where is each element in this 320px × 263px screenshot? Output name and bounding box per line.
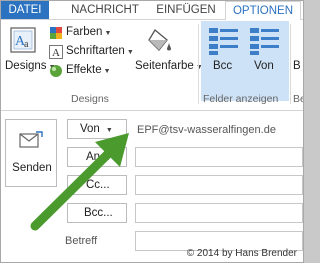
send-button[interactable]: Senden [5, 119, 57, 187]
tab-datei[interactable]: DATEI [1, 1, 49, 19]
subject-label: Betreff [65, 235, 98, 247]
designs-group-label: Designs [71, 93, 109, 105]
seitenfarbe-label: Seitenfarbe [135, 60, 194, 72]
svg-text:A: A [52, 47, 60, 59]
partial-group-label: Be [293, 93, 303, 105]
bcc-field[interactable] [135, 203, 303, 223]
effects-icon [50, 65, 62, 77]
to-button[interactable]: An... [67, 147, 127, 167]
tab-einfuegen[interactable]: EINFÜGEN [151, 1, 221, 19]
bcc-ribbon-label: Bcc [213, 60, 233, 72]
tab-nachricht[interactable]: NACHRICHT [63, 1, 147, 19]
to-field[interactable] [135, 147, 303, 167]
bcc-field-icon [209, 28, 238, 55]
effekte-label: Effekte [66, 64, 102, 76]
compose-header: Senden Von ▼ EPF@tsv-wasseralfingen.de An… [1, 111, 303, 262]
schriftarten-label: Schriftarten [66, 45, 125, 57]
from-address: EPF@tsv-wasseralfingen.de [137, 124, 276, 136]
tab-optionen[interactable]: OPTIONEN [225, 1, 301, 21]
copyright-watermark: © 2014 by Hans Brender [186, 248, 297, 259]
farben-label: Farben [66, 26, 103, 38]
group-separator [290, 24, 291, 104]
bcc-field-button[interactable]: Bcc... [67, 203, 127, 223]
from-button-label: Von [80, 123, 100, 135]
ribbon-tab-bar: DATEI NACHRICHT EINFÜGEN OPTIONEN [1, 1, 303, 21]
felder-anzeigen-group-label: Felder anzeigen [203, 93, 279, 105]
designs-label: Designs [5, 60, 47, 72]
svg-text:a: a [24, 39, 29, 50]
outlook-window: DATEI NACHRICHT EINFÜGEN OPTIONEN A a De… [0, 0, 304, 263]
chevron-down-icon: ▼ [103, 68, 111, 75]
ribbon-optionen: A a Designs▼ Farben▼ A [1, 20, 303, 111]
designs-icon: A a [10, 27, 36, 53]
from-button[interactable]: Von ▼ [67, 119, 127, 139]
von-ribbon-label: Von [254, 60, 274, 72]
group-separator [198, 24, 199, 104]
send-envelope-icon [19, 131, 43, 148]
paint-bucket-icon [148, 29, 171, 51]
chevron-down-icon: ▼ [126, 49, 134, 56]
partial-ribbon-button[interactable]: B [293, 60, 301, 72]
colors-icon [50, 27, 62, 39]
fonts-icon: A [49, 45, 63, 59]
cc-button[interactable]: Cc... [67, 175, 127, 195]
send-label: Senden [12, 162, 52, 174]
cc-field[interactable] [135, 175, 303, 195]
chevron-down-icon: ▼ [105, 127, 113, 134]
von-field-icon [250, 28, 279, 55]
chevron-down-icon: ▼ [104, 30, 112, 37]
